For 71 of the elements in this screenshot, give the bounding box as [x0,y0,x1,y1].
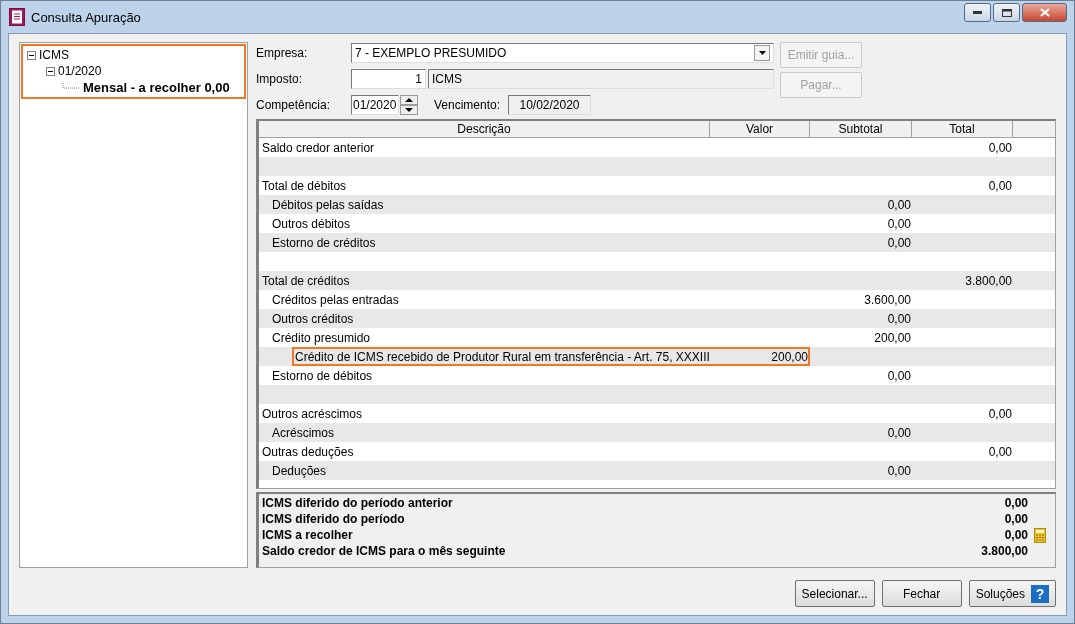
row-label: Saldo credor anterior [262,140,375,155]
total-cell: 0,00 [988,178,1012,193]
field-label: Imposto: [256,71,304,86]
row-label: Crédito presumido [272,330,371,345]
tree-line-icon [59,82,81,92]
maximize-button[interactable] [993,3,1020,22]
subtotal-cell: 0,00 [887,197,911,212]
subtotal-cell: 3.600,00 [864,292,911,307]
row-label: Débitos pelas saídas [272,197,384,212]
summary-value: 0,00 [1003,512,1028,526]
subtotal-cell: 0,00 [887,425,911,440]
help-icon: ? [1031,584,1049,603]
period-field[interactable]: 01/2020 [351,94,399,115]
value-cell-text: 200,00 [770,349,808,364]
minimize-button[interactable] [964,3,991,22]
column-header[interactable]: Descrição [259,121,710,137]
summary-value: 3.800,00 [980,544,1028,558]
total-cell: 0,00 [988,140,1012,155]
row-label: Acréscimos [272,425,334,440]
row-label: Crédito de ICMS recebido de Produtor Rural em transferência - Art. 75, XXXIII [294,349,710,364]
collapse-icon[interactable] [46,66,55,76]
row-label: Estorno de créditos [272,235,376,250]
subtotal-cell: 200,00 [874,330,911,345]
total-cell: 3.800,00 [965,273,1012,288]
tree-item[interactable]: Mensal - a recolher 0,00 [83,79,230,95]
row-label: Outros créditos [272,311,354,326]
dialog-button[interactable]: Soluções ? [968,580,1056,607]
close-icon [1039,8,1050,17]
subtotal-cell: 0,00 [887,216,911,231]
tax-code-field[interactable]: 1 [351,68,426,89]
total-cell: 0,00 [988,444,1012,459]
summary-value: 0,00 [1003,528,1028,542]
total-cell: 0,00 [988,406,1012,421]
due-date-field: 10/02/2020 [508,94,591,115]
dialog-button[interactable]: Selecionar... [794,580,875,607]
row-label: Deduções [272,463,327,478]
subtotal-cell: 0,00 [887,368,911,383]
summary-label: ICMS diferido do período anterior [262,496,453,510]
collapse-icon[interactable] [27,50,36,60]
subtotal-cell: 0,00 [887,463,911,478]
column-header[interactable]: Total [912,121,1013,137]
row-label: Outras deduções [262,444,354,459]
row-label: Total de débitos [262,178,347,193]
summary-label: ICMS a recolher [262,528,353,542]
calculator-icon[interactable] [1034,527,1046,543]
maximize-icon [1001,8,1012,17]
field-label: Competência: [256,97,332,112]
column-header[interactable]: Subtotal [810,121,912,137]
tax-name-field: ICMS [428,68,774,89]
tree-item[interactable]: ICMS [39,48,69,62]
summary-value: 0,00 [1003,496,1028,510]
tree-item[interactable]: 01/2020 [58,64,102,78]
subtotal-cell: 0,00 [887,235,911,250]
minimize-icon [973,11,982,14]
row-label: Estorno de débitos [272,368,373,383]
dialog-button[interactable]: Fechar [881,580,962,607]
row-label: Total de créditos [262,273,350,288]
row-label: Créditos pelas entradas [272,292,399,307]
summary-label: Saldo credor de ICMS para o mês seguinte [262,544,506,558]
spinner-icon[interactable] [400,94,418,115]
row-label: Outros acréscimos [262,406,363,421]
row-label: Outros débitos [272,216,351,231]
summary-label: ICMS diferido do período [262,512,405,526]
field-label: Vencimento: [434,97,502,112]
window-title: Consulta Apuração [31,9,142,25]
company-dropdown[interactable]: 7 - EXEMPLO PRESUMIDO [351,42,774,63]
column-header[interactable]: Valor [710,121,810,137]
field-label: Empresa: [256,45,309,60]
close-button[interactable] [1022,3,1067,22]
subtotal-cell: 0,00 [887,311,911,326]
document-icon [9,8,25,26]
